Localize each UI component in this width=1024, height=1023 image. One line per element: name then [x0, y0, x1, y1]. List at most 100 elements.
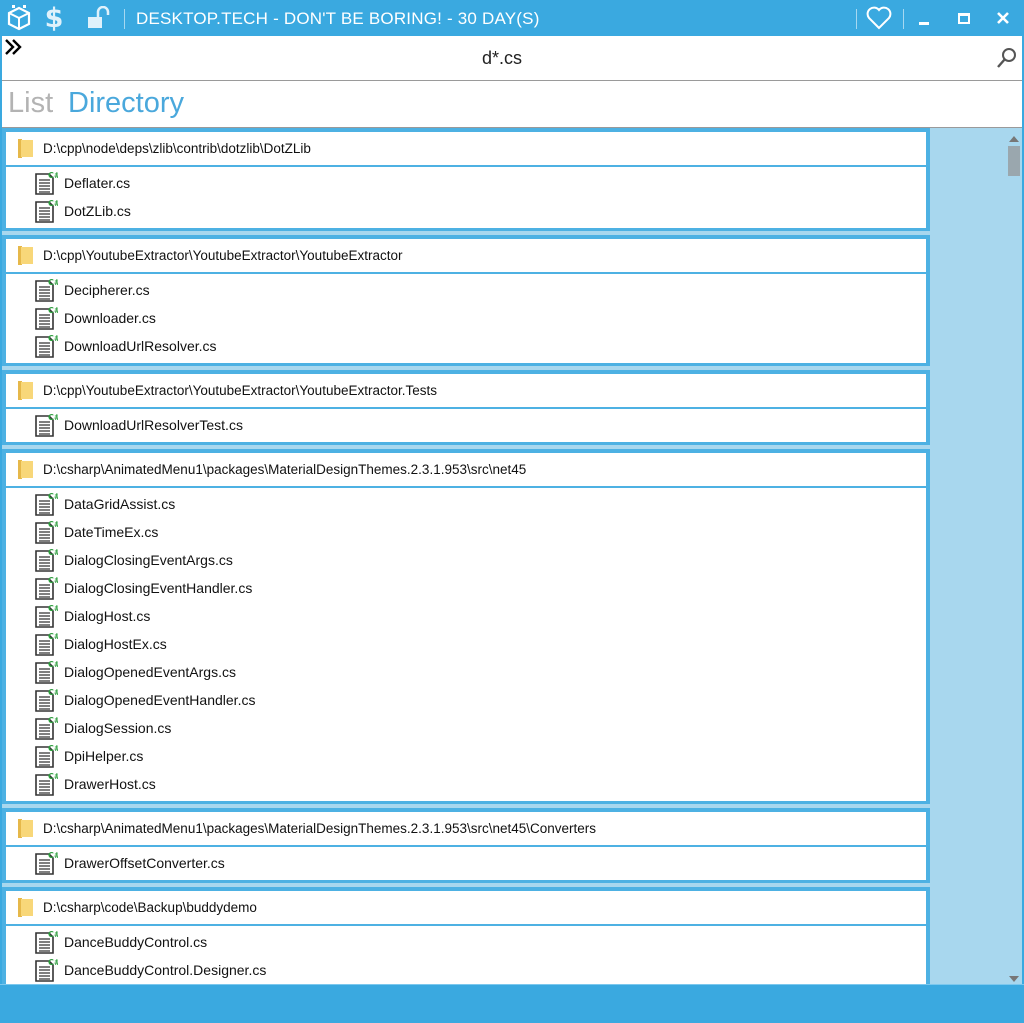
file-name: DownloadUrlResolverTest.cs	[64, 417, 243, 433]
maximize-icon[interactable]	[950, 0, 978, 36]
csharp-file-icon: C#	[34, 278, 61, 302]
file-item[interactable]: C# Downloader.cs	[6, 304, 926, 332]
directory-group: D:\cpp\YoutubeExtractor\YoutubeExtractor…	[2, 235, 930, 366]
csharp-file-icon: C#	[34, 334, 61, 358]
svg-text:C#: C#	[48, 744, 58, 753]
scroll-down-icon[interactable]	[1006, 970, 1022, 982]
folder-icon	[18, 898, 33, 917]
minimize-icon[interactable]	[910, 0, 938, 36]
double-chevron-right-icon[interactable]	[4, 38, 26, 58]
directory-path: D:\csharp\AnimatedMenu1\packages\Materia…	[43, 462, 527, 477]
file-item[interactable]: C# DrawerHost.cs	[6, 770, 926, 798]
file-item[interactable]: C# DateTimeEx.cs	[6, 518, 926, 546]
csharp-file-icon: C#	[34, 851, 61, 875]
svg-text:C#: C#	[48, 632, 58, 641]
svg-text:C#: C#	[48, 851, 58, 860]
directory-group: D:\csharp\AnimatedMenu1\packages\Materia…	[2, 449, 930, 804]
directory-path: D:\cpp\YoutubeExtractor\YoutubeExtractor…	[43, 248, 403, 263]
svg-text:C#: C#	[48, 576, 58, 585]
directory-header[interactable]: D:\csharp\AnimatedMenu1\packages\Materia…	[6, 812, 926, 847]
file-item[interactable]: C# DialogClosingEventArgs.cs	[6, 546, 926, 574]
file-item[interactable]: C# DpiHelper.cs	[6, 742, 926, 770]
svg-text:C#: C#	[48, 604, 58, 613]
file-item[interactable]: C# DanceBuddyControl.cs	[6, 928, 926, 956]
file-item[interactable]: C# DanceBuddyControl.Designer.cs	[6, 956, 926, 984]
directory-header[interactable]: D:\csharp\AnimatedMenu1\packages\Materia…	[6, 453, 926, 488]
folder-icon	[18, 819, 33, 838]
folder-icon	[18, 139, 33, 158]
title-separator	[856, 9, 857, 29]
window-title: DESKTOP.TECH - DON'T BE BORING! - 30 DAY…	[136, 9, 540, 28]
svg-text:C#: C#	[48, 334, 58, 343]
dollar-icon[interactable]: $	[40, 0, 68, 36]
file-list: C# Decipherer.cs C# Downloader.cs C# Download…	[6, 274, 926, 363]
csharp-file-icon: C#	[34, 744, 61, 768]
file-item[interactable]: C# DialogSession.cs	[6, 714, 926, 742]
csharp-file-icon: C#	[34, 548, 61, 572]
folder-icon	[18, 246, 33, 265]
search-icon[interactable]	[996, 47, 1018, 69]
file-name: DotZLib.cs	[64, 203, 131, 219]
file-item[interactable]: C# DrawerOffsetConverter.cs	[6, 849, 926, 877]
file-item[interactable]: C# DialogOpenedEventHandler.cs	[6, 686, 926, 714]
search-bar	[2, 36, 1022, 81]
scrollbar-thumb[interactable]	[1008, 146, 1020, 176]
heart-icon[interactable]	[862, 0, 896, 36]
file-name: DialogHost.cs	[64, 608, 151, 624]
directory-path: D:\csharp\code\Backup\buddydemo	[43, 900, 257, 915]
scroll-up-icon[interactable]	[1006, 130, 1022, 142]
file-name: DrawerHost.cs	[64, 776, 156, 792]
file-item[interactable]: C# DialogClosingEventHandler.cs	[6, 574, 926, 602]
file-item[interactable]: C# DownloadUrlResolver.cs	[6, 332, 926, 360]
file-item[interactable]: C# DownloadUrlResolverTest.cs	[6, 411, 926, 439]
csharp-file-icon: C#	[34, 688, 61, 712]
svg-text:C#: C#	[48, 520, 58, 529]
directory-header[interactable]: D:\cpp\node\deps\zlib\contrib\dotzlib\Do…	[6, 132, 926, 167]
file-item[interactable]: C# DialogHost.cs	[6, 602, 926, 630]
directory-group: D:\cpp\YoutubeExtractor\YoutubeExtractor…	[2, 370, 930, 445]
directory-group: D:\csharp\code\Backup\buddydemo C# DanceBu…	[2, 887, 930, 984]
unlock-icon[interactable]	[84, 0, 114, 36]
tab-list[interactable]: List	[8, 87, 53, 120]
file-name: DanceBuddyControl.cs	[64, 934, 208, 950]
svg-text:C#: C#	[48, 958, 58, 967]
file-name: Downloader.cs	[64, 310, 156, 326]
csharp-file-icon: C#	[34, 958, 61, 982]
title-bar: $ DESKTOP.TECH - DON'T BE BORING! - 30 D…	[0, 0, 1024, 36]
directory-path: D:\csharp\AnimatedMenu1\packages\Materia…	[43, 821, 597, 836]
csharp-file-icon: C#	[34, 306, 61, 330]
file-item[interactable]: C# Decipherer.cs	[6, 276, 926, 304]
view-tabs: List Directory	[2, 81, 1022, 128]
file-list: C# DanceBuddyControl.cs C# DanceBuddyContro…	[6, 926, 926, 984]
svg-text:C#: C#	[48, 492, 58, 501]
directory-header[interactable]: D:\csharp\code\Backup\buddydemo	[6, 891, 926, 926]
csharp-file-icon: C#	[34, 492, 61, 516]
directory-group: D:\csharp\AnimatedMenu1\packages\Materia…	[2, 808, 930, 883]
svg-text:C#: C#	[48, 306, 58, 315]
tab-directory[interactable]: Directory	[68, 87, 184, 120]
file-name: DialogOpenedEventArgs.cs	[64, 664, 236, 680]
file-item[interactable]: C# DialogHostEx.cs	[6, 630, 926, 658]
svg-text:C#: C#	[48, 688, 58, 697]
file-item[interactable]: C# Deflater.cs	[6, 169, 926, 197]
file-name: DataGridAssist.cs	[64, 496, 176, 512]
csharp-file-icon: C#	[34, 604, 61, 628]
file-name: DanceBuddyControl.Designer.cs	[64, 962, 267, 978]
svg-text:C#: C#	[48, 772, 58, 781]
search-input[interactable]	[42, 36, 962, 80]
title-separator	[124, 9, 125, 29]
file-item[interactable]: C# DataGridAssist.cs	[6, 490, 926, 518]
vertical-scrollbar[interactable]	[1006, 128, 1022, 984]
directory-header[interactable]: D:\cpp\YoutubeExtractor\YoutubeExtractor…	[6, 374, 926, 409]
svg-text:C#: C#	[48, 930, 58, 939]
svg-text:C#: C#	[48, 199, 58, 208]
directory-header[interactable]: D:\cpp\YoutubeExtractor\YoutubeExtractor…	[6, 239, 926, 274]
file-item[interactable]: C# DotZLib.cs	[6, 197, 926, 225]
svg-text:C#: C#	[48, 278, 58, 287]
close-icon[interactable]	[988, 0, 1018, 36]
app-logo-icon[interactable]	[4, 0, 34, 36]
csharp-file-icon: C#	[34, 660, 61, 684]
file-list: C# Deflater.cs C# DotZLib.cs	[6, 167, 926, 228]
results-panel: D:\cpp\node\deps\zlib\contrib\dotzlib\Do…	[2, 128, 1022, 984]
file-item[interactable]: C# DialogOpenedEventArgs.cs	[6, 658, 926, 686]
